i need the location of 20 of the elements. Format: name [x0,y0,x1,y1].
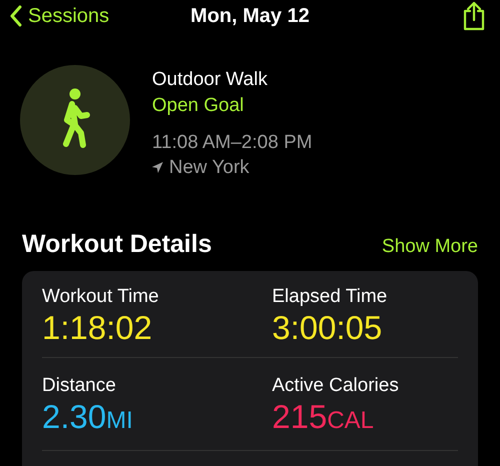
chevron-icon [10,5,22,27]
share-button[interactable] [462,1,486,31]
workout-name: Outdoor Walk [152,68,268,92]
metric-label: Elapsed Time [272,285,388,309]
time-range: 11:08 AM–2:08 PM [152,131,312,155]
location-arrow-icon [152,162,163,173]
share-icon [462,1,486,31]
metric-value: 215CAL [272,398,374,437]
metric-value: 1:18:02 [42,309,152,347]
metric-label: Active Calories [272,374,399,398]
back-button[interactable]: Sessions [10,4,110,28]
section-title: Workout Details [22,230,212,259]
nav-title: Mon, May 12 [190,4,310,26]
metric-value: 2.30MI [42,398,133,437]
show-more-link[interactable]: Show More [382,236,478,258]
location: New York [169,156,250,180]
workout-goal: Open Goal [152,94,245,118]
metric-label: Distance [42,374,116,398]
metric-value: 3:00:05 [272,309,382,347]
metric-label: Workout Time [42,285,159,309]
